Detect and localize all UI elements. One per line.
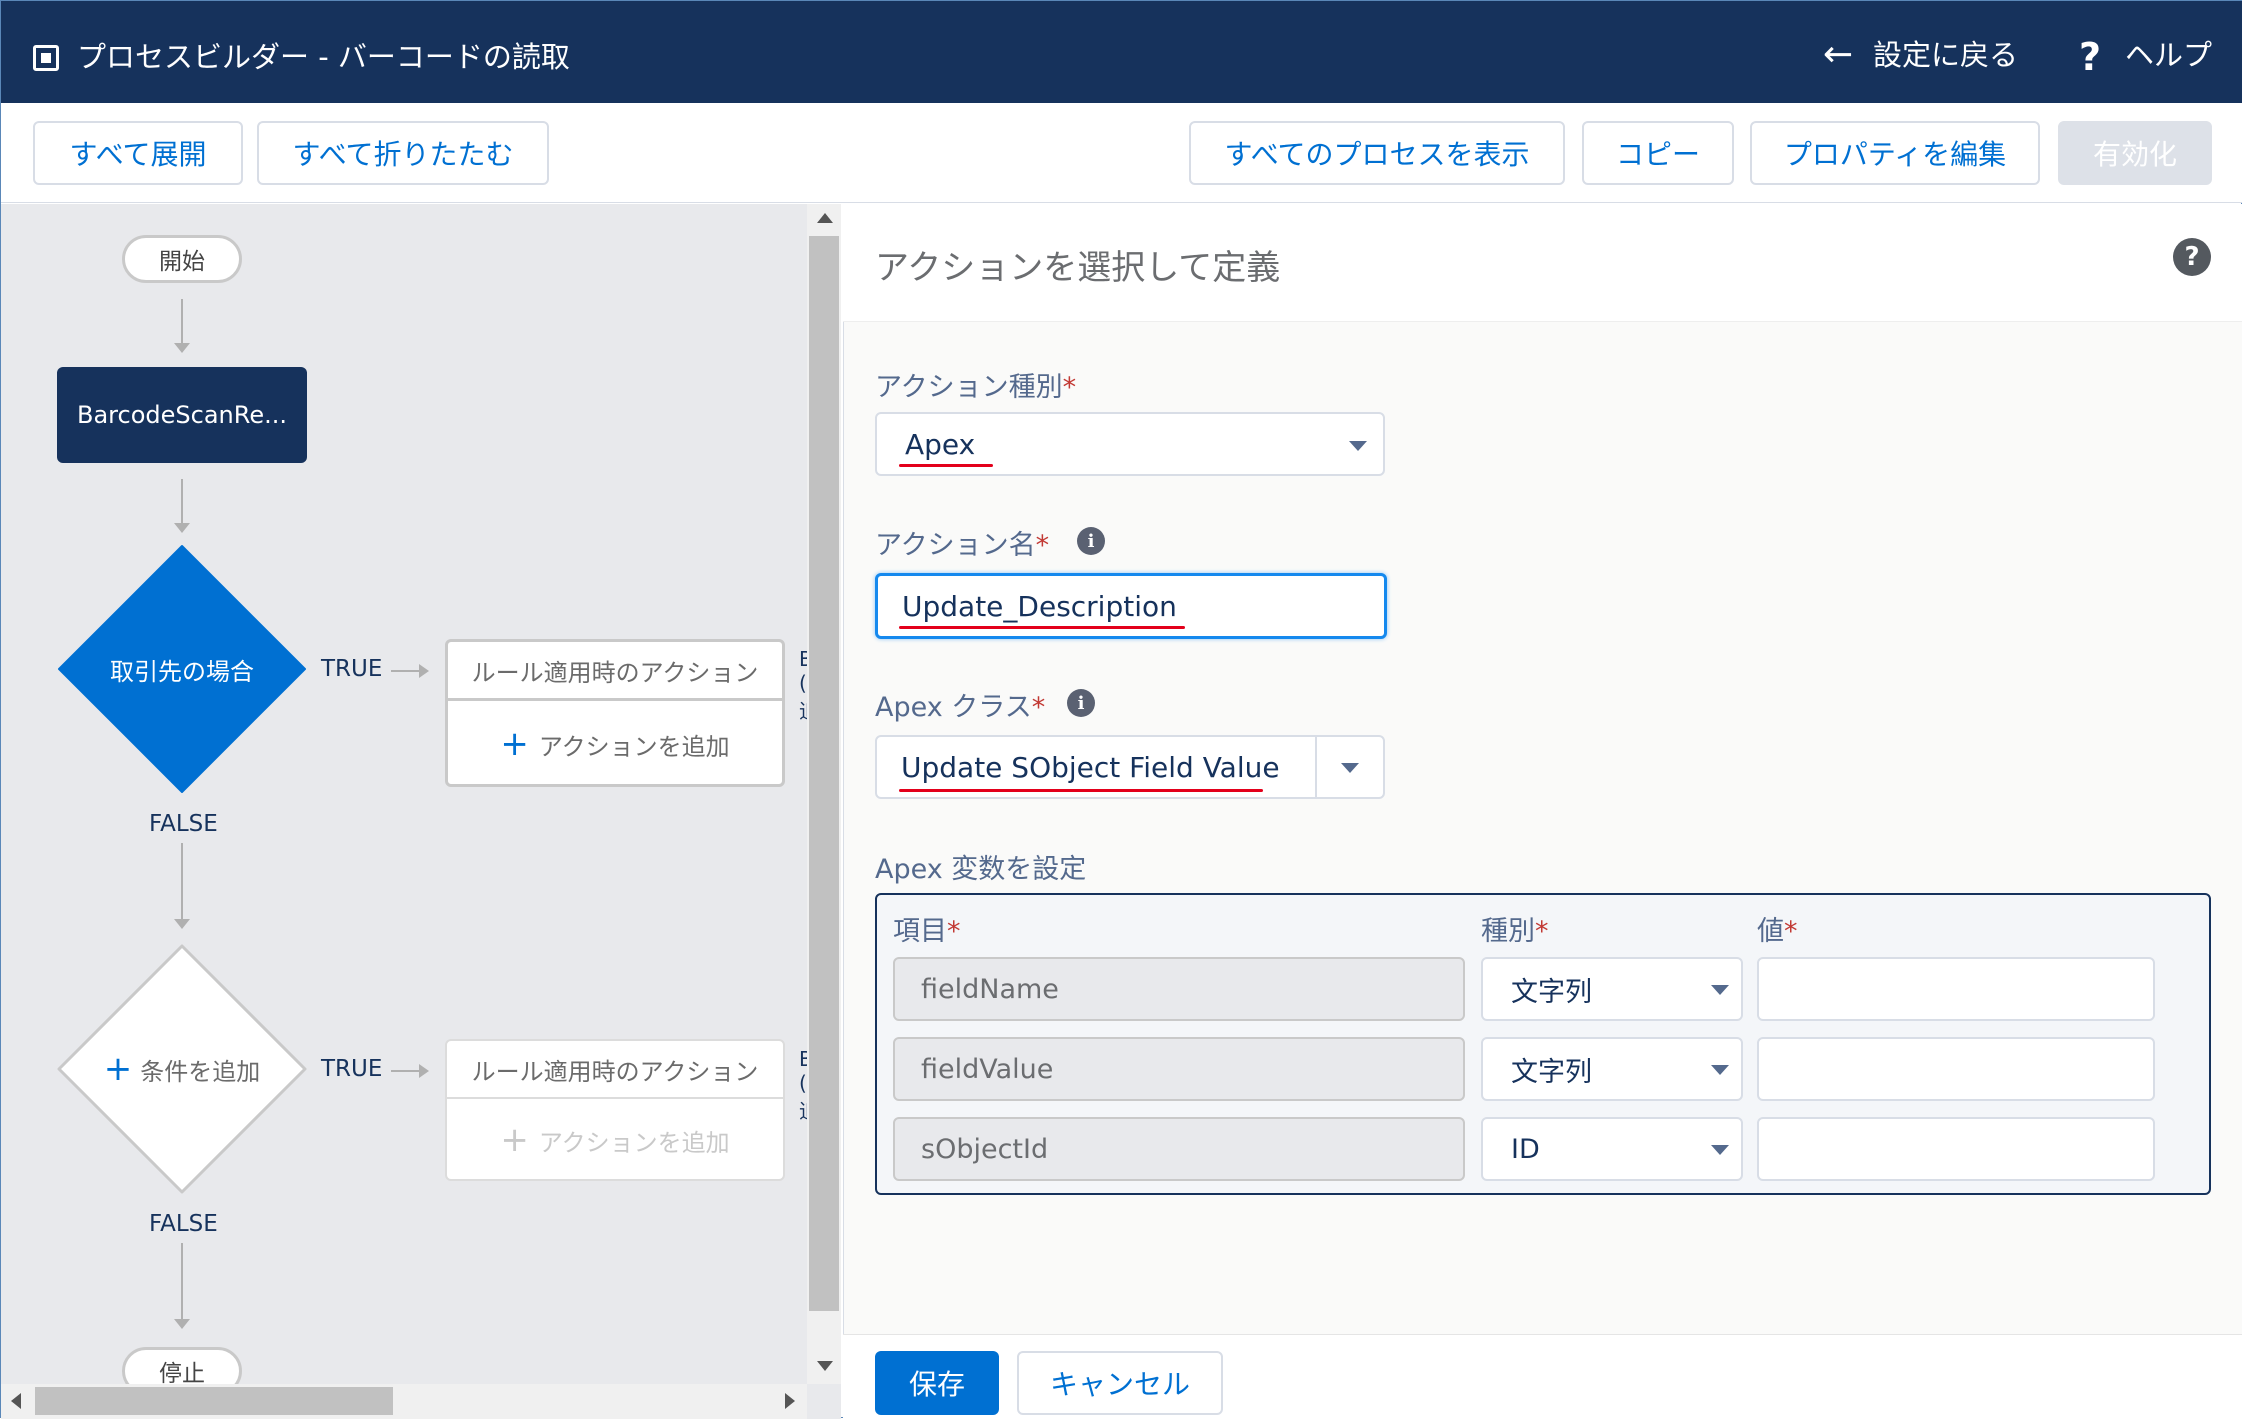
action-name-label: アクション名	[875, 530, 1036, 561]
apex-variables-title: Apex 変数を設定	[875, 854, 1087, 885]
process-builder-logo-icon	[33, 45, 59, 71]
plus-icon: +	[500, 724, 529, 764]
app-header: プロセスビルダー - バーコードの読取 ← 設定に戻る ? ヘルプ	[1, 1, 2242, 103]
apex-class-value: Update SObject Field Value	[901, 750, 1280, 784]
column-header-value: 値	[1757, 916, 1784, 947]
true-label: TRUE	[321, 656, 383, 682]
required-mark: *	[1035, 530, 1050, 561]
chevron-down-icon	[1711, 1065, 1729, 1075]
add-criteria-node[interactable]: + 条件を追加	[57, 944, 307, 1194]
annotation-underline	[899, 789, 1263, 792]
chevron-down-icon	[1341, 763, 1359, 773]
field-name-readonly: fieldValue	[893, 1037, 1465, 1101]
type-value: ID	[1511, 1133, 1540, 1165]
cancel-button[interactable]: キャンセル	[1017, 1351, 1223, 1415]
type-select[interactable]: 文字列	[1481, 957, 1743, 1021]
plus-icon: +	[103, 1049, 133, 1089]
chevron-down-icon	[1349, 441, 1367, 451]
required-mark: *	[1062, 372, 1077, 403]
chevron-down-icon	[1711, 985, 1729, 995]
type-select[interactable]: 文字列	[1481, 1037, 1743, 1101]
apex-variables-table: 項目* 種別* 値* fieldName 文字列 fieldValue 文字列 …	[875, 893, 2211, 1195]
action-panel-header: アクションを選択して定義 ?	[843, 204, 2242, 322]
add-action-button[interactable]: + アクションを追加	[447, 1100, 783, 1180]
vertical-scroll-thumb[interactable]	[809, 236, 839, 1311]
arrow-down-icon	[174, 343, 190, 353]
true-label: TRUE	[321, 1056, 383, 1082]
false-label: FALSE	[149, 1211, 218, 1237]
arrow-down-icon	[174, 1319, 190, 1329]
start-node: 開始	[122, 235, 242, 283]
collapse-all-button[interactable]: すべて折りたたむ	[257, 121, 549, 185]
expand-all-button[interactable]: すべて展開	[33, 121, 243, 185]
scroll-down-icon[interactable]	[817, 1361, 833, 1371]
add-action-button[interactable]: + アクションを追加	[448, 701, 782, 787]
horizontal-scroll-thumb[interactable]	[35, 1387, 393, 1415]
plus-icon: +	[500, 1120, 529, 1160]
annotation-underline	[899, 626, 1185, 629]
connector-line	[181, 299, 183, 347]
panel-title: アクションを選択して定義	[875, 248, 1281, 288]
criteria-node-account[interactable]: 取引先の場合	[57, 544, 307, 794]
save-button[interactable]: 保存	[875, 1351, 999, 1415]
action-name-input[interactable]: Update_Description	[875, 573, 1387, 639]
arrow-down-icon	[174, 919, 190, 929]
help-link[interactable]: ヘルプ	[2125, 37, 2212, 73]
type-value: 文字列	[1511, 1056, 1592, 1088]
copy-button[interactable]: コピー	[1582, 121, 1734, 185]
truncated-text: (	[799, 671, 807, 695]
scroll-up-icon[interactable]	[817, 213, 833, 223]
object-node[interactable]: BarcodeScanRe...	[57, 367, 307, 463]
add-criteria-label: 条件を追加	[140, 1057, 261, 1086]
field-name-readonly: sObjectId	[893, 1117, 1465, 1181]
rule-actions-card: ルール適用時のアクション + アクションを追加	[445, 639, 785, 787]
value-input[interactable]	[1757, 957, 2155, 1021]
connector-line	[181, 1243, 183, 1323]
criteria-label: 取引先の場合	[110, 657, 254, 686]
info-icon[interactable]: i	[1067, 689, 1095, 717]
arrow-right-icon	[419, 664, 429, 678]
add-action-label: アクションを追加	[538, 1128, 730, 1157]
required-mark: *	[1784, 916, 1798, 947]
help-icon[interactable]: ?	[2173, 238, 2211, 276]
column-header-field: 項目	[893, 916, 947, 947]
false-label: FALSE	[149, 811, 218, 837]
truncated-text: (	[799, 1071, 807, 1095]
type-value: 文字列	[1511, 976, 1592, 1008]
scroll-left-icon[interactable]	[11, 1393, 21, 1409]
rule-actions-title: ルール適用時のアクション	[448, 642, 782, 701]
help-icon[interactable]: ?	[2079, 35, 2101, 79]
type-select[interactable]: ID	[1481, 1117, 1743, 1181]
apex-class-label: Apex クラス	[875, 692, 1032, 723]
activate-button[interactable]: 有効化	[2058, 121, 2212, 185]
toolbar: すべて展開 すべて折りたたむ すべてのプロセスを表示 コピー プロパティを編集 …	[1, 103, 2242, 203]
rule-actions-card: ルール適用時のアクション + アクションを追加	[445, 1039, 785, 1181]
scroll-right-icon[interactable]	[785, 1393, 795, 1409]
arrow-left-icon[interactable]: ←	[1823, 35, 1853, 75]
connector-line	[181, 479, 183, 527]
required-mark: *	[947, 916, 961, 947]
value-input[interactable]	[1757, 1037, 2155, 1101]
info-icon[interactable]: i	[1077, 527, 1105, 555]
action-type-label: アクション種別	[875, 372, 1063, 403]
view-all-processes-button[interactable]: すべてのプロセスを表示	[1189, 121, 1565, 185]
column-header-type: 種別	[1481, 916, 1535, 947]
page-title: プロセスビルダー - バーコードの読取	[77, 40, 570, 74]
connector-line	[181, 843, 183, 923]
value-input[interactable]	[1757, 1117, 2155, 1181]
arrow-down-icon	[174, 523, 190, 533]
required-mark: *	[1031, 692, 1046, 723]
edit-properties-button[interactable]: プロパティを編集	[1750, 121, 2040, 185]
select-divider	[1315, 737, 1317, 797]
arrow-right-icon	[419, 1064, 429, 1078]
chevron-down-icon	[1711, 1145, 1729, 1155]
annotation-underline	[899, 464, 993, 467]
required-mark: *	[1535, 916, 1549, 947]
field-name-readonly: fieldName	[893, 957, 1465, 1021]
back-to-setup-link[interactable]: 設定に戻る	[1873, 37, 2018, 73]
add-action-label: アクションを追加	[538, 732, 730, 761]
rule-actions-title: ルール適用時のアクション	[447, 1041, 783, 1099]
